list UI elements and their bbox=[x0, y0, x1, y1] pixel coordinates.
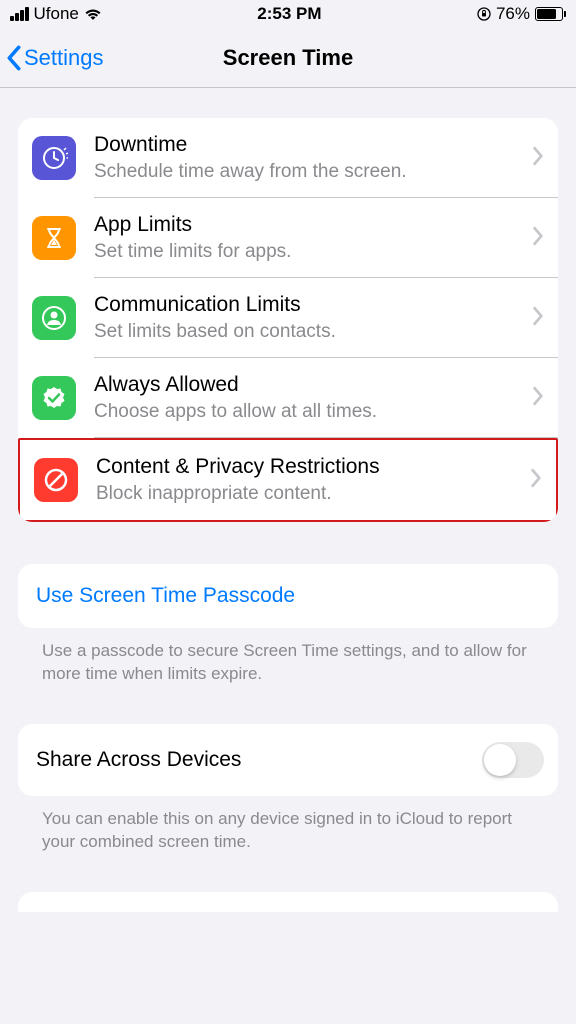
row-subtitle: Choose apps to allow at all times. bbox=[94, 400, 522, 424]
row-title: App Limits bbox=[94, 212, 522, 238]
orientation-lock-icon bbox=[477, 7, 491, 21]
settings-group-share: Share Across Devices bbox=[18, 724, 558, 796]
share-toggle[interactable] bbox=[482, 742, 544, 778]
highlight-annotation: Content & Privacy Restrictions Block ina… bbox=[18, 438, 558, 522]
settings-group-main: Downtime Schedule time away from the scr… bbox=[18, 118, 558, 522]
row-communication-limits[interactable]: Communication Limits Set limits based on… bbox=[18, 278, 558, 358]
row-content-privacy[interactable]: Content & Privacy Restrictions Block ina… bbox=[20, 440, 556, 520]
content: Downtime Schedule time away from the scr… bbox=[0, 88, 576, 912]
wifi-icon bbox=[84, 7, 102, 21]
hourglass-icon bbox=[32, 216, 76, 260]
row-app-limits[interactable]: App Limits Set time limits for apps. bbox=[18, 198, 558, 278]
chevron-right-icon bbox=[530, 468, 542, 493]
battery-percent: 76% bbox=[496, 4, 530, 24]
use-screen-time-passcode-button[interactable]: Use Screen Time Passcode bbox=[18, 564, 558, 628]
row-subtitle: Schedule time away from the screen. bbox=[94, 160, 522, 184]
row-title: Downtime bbox=[94, 132, 522, 158]
row-title: Content & Privacy Restrictions bbox=[96, 454, 520, 480]
chevron-left-icon bbox=[6, 45, 22, 71]
share-label: Share Across Devices bbox=[36, 748, 241, 772]
back-button[interactable]: Settings bbox=[0, 45, 104, 71]
chevron-right-icon bbox=[532, 146, 544, 171]
chevron-right-icon bbox=[532, 226, 544, 251]
row-downtime[interactable]: Downtime Schedule time away from the scr… bbox=[18, 118, 558, 198]
row-title: Always Allowed bbox=[94, 372, 522, 398]
row-share-across-devices: Share Across Devices bbox=[18, 724, 558, 796]
back-label: Settings bbox=[24, 45, 104, 71]
battery-icon bbox=[535, 7, 566, 21]
signal-bars-icon bbox=[10, 7, 29, 21]
row-title: Communication Limits bbox=[94, 292, 522, 318]
chevron-right-icon bbox=[532, 306, 544, 331]
status-left: Ufone bbox=[10, 4, 102, 24]
chevron-right-icon bbox=[532, 386, 544, 411]
status-time: 2:53 PM bbox=[257, 4, 321, 24]
contact-icon bbox=[32, 296, 76, 340]
status-right: 76% bbox=[477, 4, 566, 24]
check-seal-icon bbox=[32, 376, 76, 420]
settings-group-partial bbox=[18, 892, 558, 912]
settings-group-passcode: Use Screen Time Passcode bbox=[18, 564, 558, 628]
status-bar: Ufone 2:53 PM 76% bbox=[0, 0, 576, 28]
share-footer: You can enable this on any device signed… bbox=[18, 796, 558, 854]
passcode-footer: Use a passcode to secure Screen Time set… bbox=[18, 628, 558, 686]
downtime-icon bbox=[32, 136, 76, 180]
row-subtitle: Set time limits for apps. bbox=[94, 240, 522, 264]
carrier-label: Ufone bbox=[34, 4, 79, 24]
row-subtitle: Set limits based on contacts. bbox=[94, 320, 522, 344]
nav-bar: Settings Screen Time bbox=[0, 28, 576, 88]
row-always-allowed[interactable]: Always Allowed Choose apps to allow at a… bbox=[18, 358, 558, 438]
row-subtitle: Block inappropriate content. bbox=[96, 482, 520, 506]
prohibit-icon bbox=[34, 458, 78, 502]
